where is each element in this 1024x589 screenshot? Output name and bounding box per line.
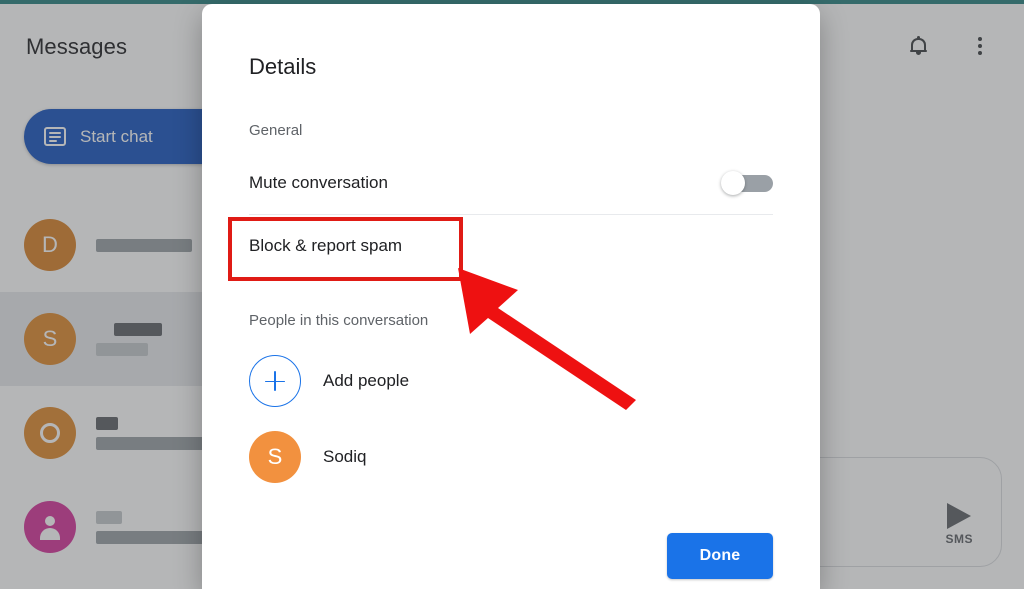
add-people-label: Add people <box>323 371 410 390</box>
avatar: S <box>249 431 301 483</box>
screenshot-root: Messages Start chat D S SMS Details Gene… <box>0 0 1024 589</box>
mute-conversation-row[interactable]: Mute conversation <box>249 164 773 202</box>
mute-conversation-toggle[interactable] <box>721 171 773 195</box>
done-button[interactable]: Done <box>667 533 773 579</box>
section-label-general: General <box>249 122 303 139</box>
plus-circle-icon <box>249 355 301 407</box>
section-label-people: People in this conversation <box>249 312 429 329</box>
toggle-knob <box>721 171 745 195</box>
add-people-row[interactable]: Add people <box>249 354 409 408</box>
mute-conversation-label: Mute conversation <box>249 173 388 192</box>
details-dialog: Details General Mute conversation Block … <box>202 4 820 589</box>
participant-row[interactable]: S Sodiq <box>249 430 366 484</box>
block-and-report-spam-item[interactable]: Block & report spam <box>249 236 402 256</box>
participant-name: Sodiq <box>323 447 367 466</box>
dialog-title: Details <box>249 54 317 79</box>
section-divider <box>249 214 773 215</box>
avatar-initial: S <box>267 444 283 469</box>
